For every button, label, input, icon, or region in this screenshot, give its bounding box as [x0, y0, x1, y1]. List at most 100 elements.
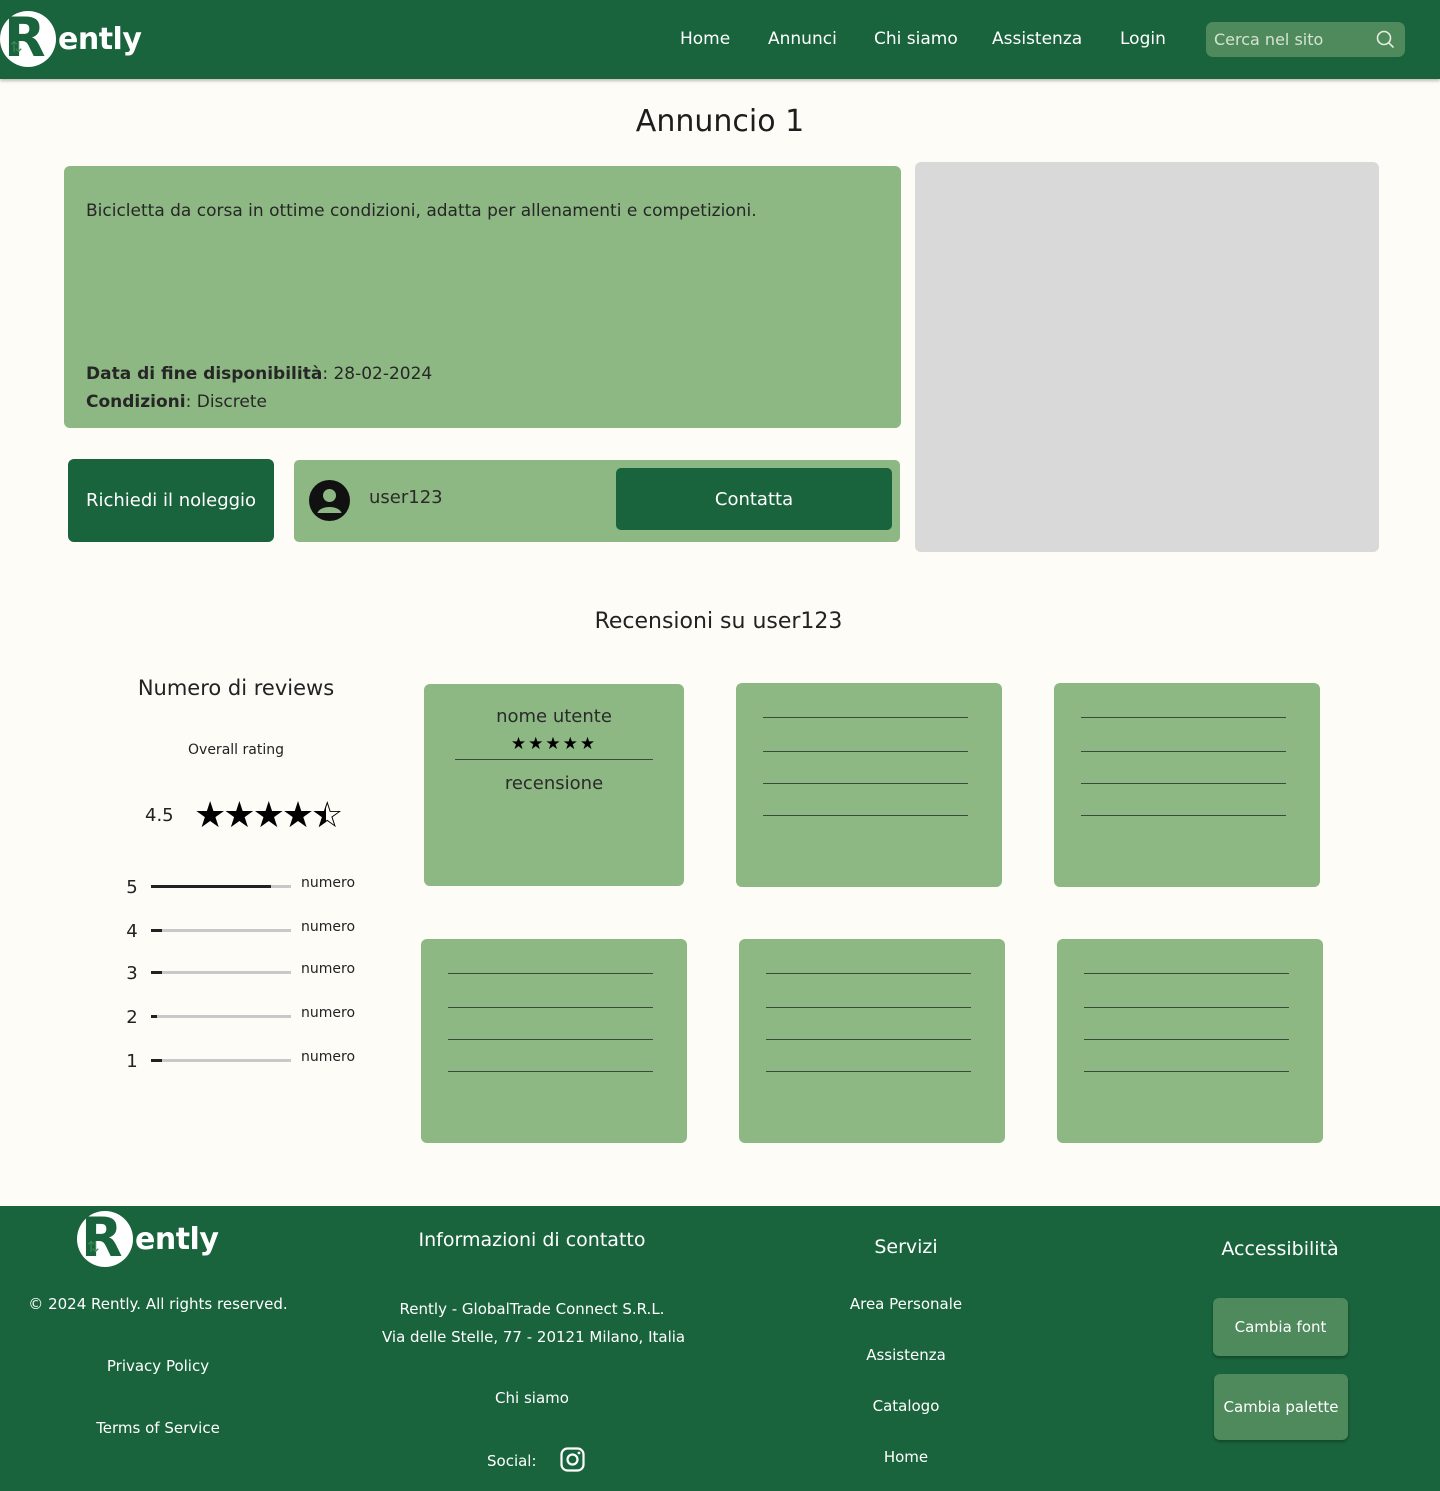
review-card-placeholder: [421, 939, 687, 1143]
rating-bar-stars: 1: [126, 1051, 138, 1072]
rating-bar-count: numero: [301, 875, 356, 891]
review-stars: ★★★★★: [510, 734, 598, 754]
reviews-count-title: Numero di reviews: [137, 676, 335, 700]
nav-annunci[interactable]: Annunci: [768, 29, 837, 49]
average-rating-stars: ★★★★☆★: [194, 795, 343, 836]
change-font-button[interactable]: Cambia font: [1213, 1298, 1348, 1356]
copyright-text: © 2024 Rently. All rights reserved.: [28, 1295, 288, 1313]
condition-row: Condizioni: Discrete: [86, 392, 267, 412]
average-rating-value: 4.5: [145, 805, 174, 826]
owner-username[interactable]: user123: [369, 487, 443, 508]
end-date-label: Data di fine disponibilità: [86, 364, 323, 384]
footer-logo[interactable]: R ⇅ ently: [77, 1206, 219, 1269]
page-title: Annuncio 1: [635, 104, 805, 139]
placeholder-line: [1081, 751, 1286, 752]
placeholder-line: [763, 815, 968, 816]
listing-image-placeholder: [915, 162, 1379, 552]
listing-description: Bicicletta da corsa in ottime condizioni…: [86, 201, 757, 221]
service-link-area-personale[interactable]: Area Personale: [806, 1295, 1006, 1313]
placeholder-line: [766, 1071, 971, 1072]
review-card-placeholder: [739, 939, 1005, 1143]
placeholder-line: [763, 751, 968, 752]
logo-text: ently: [58, 21, 142, 57]
star-full-icon: ★: [252, 795, 285, 836]
rating-bar-fill: [151, 1015, 157, 1018]
rating-bar-track: [151, 1059, 291, 1062]
review-card-placeholder: [1057, 939, 1323, 1143]
placeholder-line: [448, 973, 653, 974]
rating-bar-count: numero: [301, 1005, 356, 1021]
rating-bar-stars: 5: [126, 877, 138, 898]
end-date-row: Data di fine disponibilità: 28-02-2024: [86, 364, 432, 384]
nav-home[interactable]: Home: [680, 29, 730, 49]
site-header: R ⇅ ently Home Annunci Chi siamo Assisten…: [0, 0, 1440, 79]
review-card-placeholder: [1054, 683, 1320, 887]
social-label: Social:: [487, 1452, 537, 1470]
listing-description-box: Bicicletta da corsa in ottime condizioni…: [64, 166, 901, 428]
placeholder-line: [763, 717, 968, 718]
placeholder-line: [1084, 1039, 1289, 1040]
site-footer: R ⇅ ently © 2024 Rently. All rights reser…: [0, 1206, 1440, 1491]
rating-bar-fill: [151, 971, 163, 974]
rating-bar-count: numero: [301, 919, 356, 935]
placeholder-line: [763, 783, 968, 784]
services-title: Servizi: [874, 1236, 938, 1258]
footer-about-link[interactable]: Chi siamo: [382, 1389, 682, 1407]
placeholder-line: [766, 1007, 971, 1008]
placeholder-line: [448, 1071, 653, 1072]
review-text: recensione: [504, 773, 604, 794]
privacy-policy-link[interactable]: Privacy Policy: [0, 1357, 316, 1375]
rating-bar-fill: [151, 885, 272, 888]
user-avatar-icon: [309, 480, 350, 521]
review-card[interactable]: nome utente ★★★★★ recensione: [424, 684, 684, 886]
placeholder-line: [1084, 1007, 1289, 1008]
condition-value: : Discrete: [185, 392, 267, 412]
nav-chi-siamo[interactable]: Chi siamo: [874, 29, 958, 49]
terms-link[interactable]: Terms of Service: [0, 1419, 316, 1437]
placeholder-line: [1081, 717, 1286, 718]
search-box: [1206, 22, 1405, 57]
rating-bar-stars: 4: [126, 921, 138, 942]
review-username: nome utente: [496, 706, 612, 727]
star-full-icon: ★: [281, 795, 314, 836]
change-palette-button[interactable]: Cambia palette: [1214, 1374, 1348, 1440]
owner-panel: user123 Contatta: [294, 460, 900, 542]
rating-bar-fill: [151, 1059, 163, 1062]
placeholder-line: [1084, 973, 1289, 974]
nav-assistenza[interactable]: Assistenza: [992, 29, 1082, 49]
nav-login[interactable]: Login: [1120, 29, 1166, 49]
end-date-value: : 28-02-2024: [322, 364, 433, 384]
rating-bar-stars: 2: [126, 1007, 138, 1028]
service-link-home[interactable]: Home: [806, 1448, 1006, 1466]
logo-mark-icon: R ⇅: [77, 1206, 133, 1269]
placeholder-line: [448, 1007, 653, 1008]
review-divider: [455, 759, 653, 760]
rent-request-button[interactable]: Richiedi il noleggio: [68, 459, 274, 542]
service-link-assistenza[interactable]: Assistenza: [806, 1346, 1006, 1364]
rating-bar-fill: [151, 929, 163, 932]
site-logo[interactable]: R ⇅ ently: [0, 6, 142, 69]
rating-bar-track: [151, 885, 291, 888]
star-full-icon: ★: [194, 795, 226, 836]
star-full-icon: ★: [223, 795, 255, 836]
logo-mark-icon: R ⇅: [0, 6, 56, 69]
star-half-icon: ☆★: [311, 795, 343, 836]
rating-bar-track: [151, 1015, 291, 1018]
placeholder-line: [448, 1039, 653, 1040]
placeholder-line: [766, 973, 971, 974]
condition-label: Condizioni: [86, 392, 186, 412]
placeholder-line: [1081, 783, 1286, 784]
search-icon[interactable]: [1375, 29, 1395, 49]
rating-bar-count: numero: [301, 1049, 356, 1065]
rating-bar-track: [151, 971, 291, 974]
review-card-placeholder: [736, 683, 1002, 887]
rating-bar-count: numero: [301, 961, 356, 977]
service-link-catalogo[interactable]: Catalogo: [806, 1397, 1006, 1415]
contact-button[interactable]: Contatta: [616, 468, 892, 530]
overall-rating-label: Overall rating: [188, 742, 284, 758]
search-input[interactable]: [1214, 28, 1374, 51]
contact-info-title: Informazioni di contatto: [418, 1229, 646, 1251]
instagram-icon[interactable]: [560, 1447, 585, 1472]
rating-bar-stars: 3: [126, 963, 138, 984]
company-name: Rently - GlobalTrade Connect S.R.L.: [399, 1300, 665, 1318]
